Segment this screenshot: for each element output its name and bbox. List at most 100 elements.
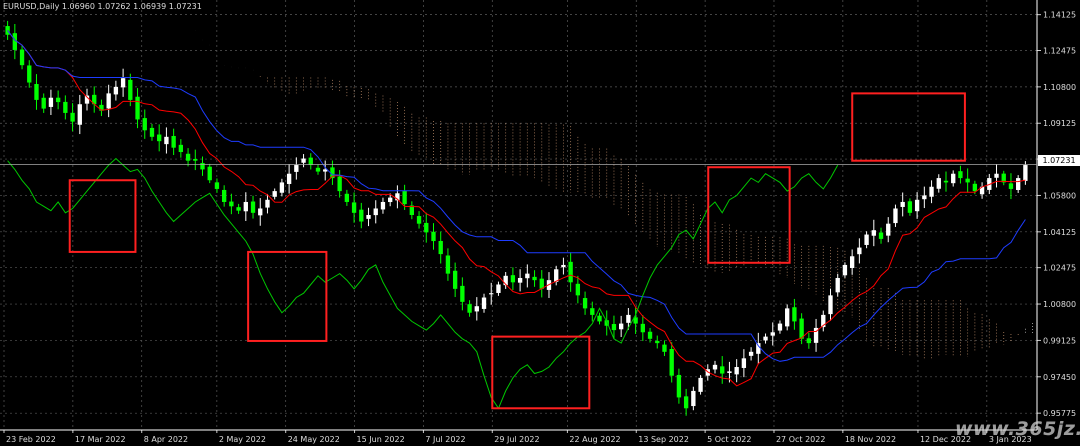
x-tick-label: 5 Oct 2022 — [707, 435, 751, 444]
candle-body — [647, 331, 653, 339]
candle-body — [517, 277, 523, 283]
y-tick-label: 0.99125 — [1043, 336, 1076, 345]
x-tick-label: 27 Oct 2022 — [776, 435, 825, 444]
candle-body — [214, 182, 220, 189]
candle-body — [662, 344, 667, 352]
candle-body — [351, 202, 357, 213]
candle-body — [55, 97, 61, 103]
candle-body — [359, 209, 364, 222]
candle-body — [792, 307, 797, 322]
candle-body — [532, 276, 537, 281]
candle-body — [1023, 165, 1028, 181]
y-tick-label: 1.12475 — [1043, 46, 1076, 55]
candle-body — [922, 195, 927, 200]
candle-body — [1008, 183, 1014, 189]
candle-body — [611, 324, 617, 331]
candle-body — [871, 230, 876, 236]
candle-body — [626, 314, 631, 323]
candle-body — [366, 215, 371, 219]
candle-body — [164, 136, 169, 145]
candle-body — [70, 112, 75, 122]
candle-body — [864, 234, 869, 245]
x-tick-label: 24 May 2022 — [288, 435, 340, 444]
candle-body — [763, 336, 768, 341]
candle-body — [568, 261, 573, 283]
candle-body — [380, 201, 386, 210]
candle-body — [777, 323, 783, 331]
candle-body — [113, 86, 119, 95]
candle-body — [575, 283, 581, 296]
candle-body — [41, 97, 46, 109]
y-tick-label: 1.00800 — [1043, 300, 1076, 309]
candle-body — [344, 193, 350, 202]
candle-body — [640, 323, 645, 333]
x-tick-label: 22 Aug 2022 — [569, 435, 620, 444]
candle-body — [691, 390, 696, 407]
candle-body — [221, 189, 227, 202]
candle-body — [193, 158, 198, 161]
candle-body — [34, 84, 39, 100]
candle-body — [460, 285, 465, 302]
candle-body — [452, 270, 458, 289]
y-tick-label: 0.97450 — [1043, 373, 1076, 382]
candle-body — [741, 358, 747, 368]
watermark: www.365jz.com — [955, 418, 1080, 440]
candle-body — [907, 201, 913, 213]
candle-body — [597, 315, 602, 322]
x-tick-label: 29 Jul 2022 — [494, 435, 539, 444]
candle-body — [936, 178, 941, 189]
x-tick-label: 23 Feb 2022 — [6, 435, 56, 444]
candle-body — [128, 79, 133, 100]
y-tick-label: 1.02475 — [1043, 264, 1076, 273]
candle-body — [431, 231, 436, 242]
candle-body — [48, 97, 54, 107]
candle-body — [835, 277, 840, 293]
candle-body — [120, 78, 126, 88]
candle-body — [27, 65, 32, 83]
candle-body — [914, 199, 920, 212]
y-tick-label: 1.09125 — [1043, 119, 1076, 128]
candle-body — [785, 308, 790, 327]
candle-body — [893, 208, 898, 224]
candle-body — [265, 199, 270, 208]
candle-body — [929, 186, 934, 197]
candle-body — [770, 332, 775, 336]
candle-body — [1016, 178, 1021, 190]
candle-body — [77, 104, 82, 125]
candle-body — [828, 295, 833, 315]
candle-body — [958, 171, 963, 179]
candle-body — [561, 264, 566, 268]
candle-body — [301, 158, 306, 163]
candle-body — [857, 247, 862, 255]
candle-body — [207, 166, 212, 181]
candle-body — [236, 207, 241, 211]
candle-body — [185, 153, 191, 161]
candle-body — [474, 306, 479, 312]
candle-body — [157, 134, 162, 142]
candle-body — [337, 176, 342, 192]
candle-body — [676, 374, 682, 398]
candle-body — [799, 318, 804, 339]
candle-body — [142, 118, 147, 131]
candle-body — [655, 340, 660, 344]
x-tick-label: 17 Mar 2022 — [75, 435, 126, 444]
candle-body — [481, 297, 487, 309]
candle-body — [720, 366, 725, 374]
candle-body — [149, 127, 155, 137]
price-chart[interactable]: 1.141251.124751.108001.091251.074751.058… — [0, 0, 1080, 446]
chart-title: EURUSD,Daily 1.06960 1.07262 1.06939 1.0… — [3, 2, 202, 11]
candle-body — [402, 190, 407, 205]
x-tick-label: 18 Nov 2022 — [845, 435, 896, 444]
x-tick-label: 8 Apr 2022 — [144, 435, 188, 444]
candle-body — [669, 348, 674, 376]
candle-body — [683, 396, 689, 409]
candle-body — [727, 371, 732, 373]
y-tick-label: 1.05800 — [1043, 191, 1076, 200]
candle-body — [712, 364, 718, 370]
candle-body — [489, 293, 494, 295]
candle-body — [178, 144, 184, 153]
candle-body — [63, 101, 68, 113]
candle-body — [19, 49, 25, 66]
x-tick-label: 15 Jun 2022 — [357, 435, 405, 444]
candle-body — [200, 162, 205, 170]
